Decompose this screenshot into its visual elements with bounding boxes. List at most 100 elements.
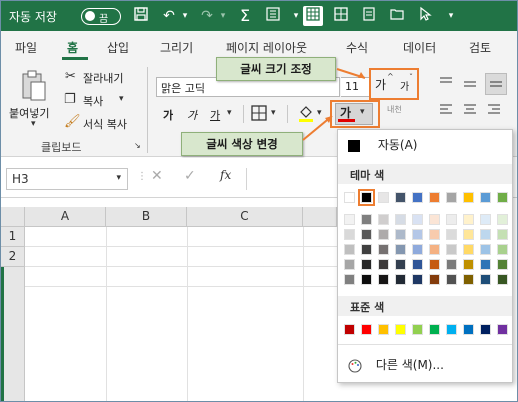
- align-right-icon[interactable]: [487, 103, 501, 121]
- theme-shade-swatch[interactable]: [395, 274, 406, 285]
- theme-shade-swatch[interactable]: [378, 259, 389, 270]
- undo-dropdown-icon[interactable]: ▾: [175, 6, 195, 26]
- theme-shade-swatch[interactable]: [344, 274, 355, 285]
- theme-shade-swatch[interactable]: [480, 274, 491, 285]
- standard-color-swatch[interactable]: [378, 324, 389, 335]
- theme-shade-swatch[interactable]: [463, 214, 474, 225]
- tab-page-layout[interactable]: 페이지 레이아웃: [226, 39, 307, 56]
- customize-toolbar-icon[interactable]: ▾: [441, 6, 461, 26]
- autosave-toggle[interactable]: 끔: [81, 8, 121, 25]
- theme-shade-swatch[interactable]: [497, 259, 508, 270]
- theme-shade-swatch[interactable]: [412, 274, 423, 285]
- copy-label[interactable]: 복사: [83, 93, 103, 109]
- theme-color-swatch[interactable]: [412, 192, 423, 203]
- automatic-color-item[interactable]: 자동(A): [348, 136, 417, 153]
- save-icon[interactable]: [131, 6, 151, 26]
- format-painter-label[interactable]: 서식 복사: [83, 116, 127, 132]
- theme-shade-swatch[interactable]: [480, 259, 491, 270]
- theme-color-swatch[interactable]: [480, 192, 491, 203]
- theme-shade-swatch[interactable]: [480, 214, 491, 225]
- theme-shade-swatch[interactable]: [412, 244, 423, 255]
- theme-shade-swatch[interactable]: [412, 214, 423, 225]
- theme-shade-swatch[interactable]: [395, 244, 406, 255]
- theme-shade-swatch[interactable]: [497, 214, 508, 225]
- paste-label[interactable]: 붙여넣기: [9, 105, 49, 121]
- copy-dropdown-icon[interactable]: ▾: [119, 94, 124, 104]
- align-top-icon[interactable]: [439, 75, 453, 93]
- theme-shade-swatch[interactable]: [463, 244, 474, 255]
- theme-shade-swatch[interactable]: [395, 229, 406, 240]
- confirm-icon[interactable]: ✓: [184, 168, 196, 184]
- theme-shade-swatch[interactable]: [463, 274, 474, 285]
- shrink-font-button[interactable]: 가: [400, 78, 409, 93]
- standard-color-swatch[interactable]: [497, 324, 508, 335]
- theme-shade-swatch[interactable]: [412, 229, 423, 240]
- name-box-dropdown-icon[interactable]: ▾: [116, 173, 121, 183]
- standard-color-swatch[interactable]: [361, 324, 372, 335]
- tab-data[interactable]: 데이터: [403, 39, 436, 56]
- format-painter-icon[interactable]: 🖌: [64, 114, 81, 129]
- column-header-partial[interactable]: [303, 207, 337, 227]
- row-header-2[interactable]: 2: [1, 247, 25, 267]
- theme-shade-swatch[interactable]: [344, 229, 355, 240]
- theme-shade-swatch[interactable]: [497, 229, 508, 240]
- theme-color-swatch[interactable]: [378, 192, 389, 203]
- underline-button[interactable]: 가: [210, 107, 220, 123]
- standard-color-swatch[interactable]: [480, 324, 491, 335]
- name-box[interactable]: H3 ▾: [6, 168, 128, 190]
- align-middle-icon[interactable]: [463, 77, 477, 95]
- sum-icon[interactable]: Σ: [235, 6, 255, 26]
- insert-function-icon[interactable]: fx: [220, 168, 231, 182]
- theme-shade-swatch[interactable]: [429, 214, 440, 225]
- select-all-corner[interactable]: [1, 207, 25, 227]
- tab-review[interactable]: 검토: [469, 39, 491, 56]
- theme-shade-swatch[interactable]: [446, 229, 457, 240]
- phonetic-guide-button[interactable]: 내천: [387, 104, 402, 115]
- scissors-icon[interactable]: ✂: [65, 69, 76, 84]
- theme-shade-swatch[interactable]: [429, 229, 440, 240]
- tab-file[interactable]: 파일: [15, 39, 37, 56]
- theme-shade-swatch[interactable]: [480, 229, 491, 240]
- formula-input[interactable]: [246, 168, 336, 190]
- standard-color-swatch[interactable]: [463, 324, 474, 335]
- redo-dropdown-icon[interactable]: ▾: [213, 6, 233, 26]
- bold-button[interactable]: 가: [163, 107, 173, 123]
- standard-color-swatch[interactable]: [446, 324, 457, 335]
- underline-dropdown-icon[interactable]: ▾: [227, 108, 232, 118]
- theme-shade-swatch[interactable]: [361, 259, 372, 270]
- theme-shade-swatch[interactable]: [446, 274, 457, 285]
- cut-label[interactable]: 잘라내기: [83, 70, 123, 86]
- theme-shade-swatch[interactable]: [429, 244, 440, 255]
- theme-color-swatch[interactable]: [463, 192, 474, 203]
- theme-shade-swatch[interactable]: [497, 244, 508, 255]
- theme-shade-swatch[interactable]: [344, 214, 355, 225]
- pointer-icon[interactable]: [415, 6, 435, 26]
- theme-shade-swatch[interactable]: [361, 274, 372, 285]
- print-preview-icon[interactable]: [359, 6, 379, 26]
- theme-shade-swatch[interactable]: [446, 259, 457, 270]
- align-center-icon[interactable]: [463, 103, 477, 121]
- clipboard-launcher-icon[interactable]: ↘: [134, 141, 141, 150]
- column-header-a[interactable]: A: [25, 207, 106, 227]
- theme-shade-swatch[interactable]: [429, 274, 440, 285]
- column-header-c[interactable]: C: [187, 207, 303, 227]
- borders-icon[interactable]: [251, 105, 267, 125]
- theme-shade-swatch[interactable]: [446, 214, 457, 225]
- open-file-icon[interactable]: [387, 6, 407, 26]
- row-header-1[interactable]: 1: [1, 227, 25, 247]
- column-header-b[interactable]: B: [106, 207, 187, 227]
- tab-draw[interactable]: 그리기: [160, 39, 193, 56]
- theme-shade-swatch[interactable]: [378, 229, 389, 240]
- standard-color-swatch[interactable]: [429, 324, 440, 335]
- theme-color-swatch[interactable]: [358, 189, 375, 206]
- theme-shade-swatch[interactable]: [361, 229, 372, 240]
- theme-color-swatch[interactable]: [429, 192, 440, 203]
- align-left-icon[interactable]: [439, 103, 453, 121]
- theme-shade-swatch[interactable]: [395, 214, 406, 225]
- theme-shade-swatch[interactable]: [463, 259, 474, 270]
- tab-insert[interactable]: 삽입: [107, 39, 129, 56]
- align-bottom-icon[interactable]: [485, 73, 507, 95]
- theme-shade-swatch[interactable]: [344, 259, 355, 270]
- standard-color-swatch[interactable]: [395, 324, 406, 335]
- clipboard-paste-icon[interactable]: [19, 69, 49, 103]
